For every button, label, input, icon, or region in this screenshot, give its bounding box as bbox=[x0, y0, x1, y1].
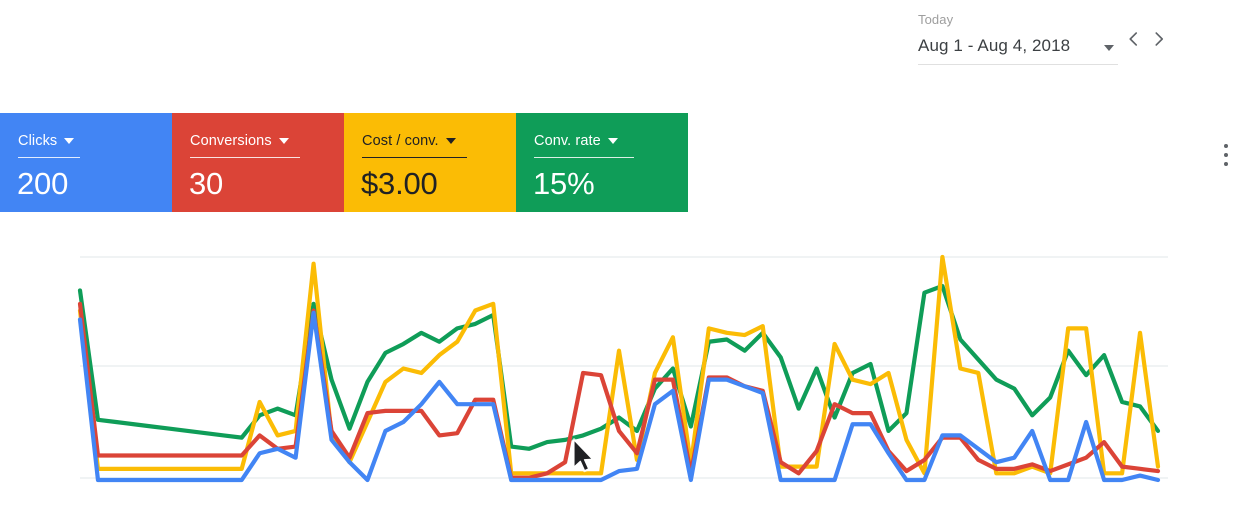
chevron-right-icon[interactable] bbox=[1148, 28, 1170, 50]
more-vert-icon[interactable] bbox=[1218, 144, 1234, 174]
metric-card-conversions-label: Conversions bbox=[190, 133, 272, 149]
chart-series-line bbox=[77, 301, 1161, 480]
metric-card-conversions-underline bbox=[190, 157, 300, 158]
metric-card-conv-rate-label: Conv. rate bbox=[534, 133, 601, 149]
metric-card-cost-per-conv-value: $3.00 bbox=[361, 166, 438, 201]
caret-down-icon[interactable] bbox=[64, 138, 75, 144]
caret-down-icon[interactable] bbox=[1104, 45, 1114, 51]
metric-cards: Clicks 200 Conversions 30 Cost / conv. $… bbox=[0, 113, 688, 212]
more-vert-dot bbox=[1224, 153, 1228, 157]
metric-card-conversions-selector[interactable]: Conversions bbox=[190, 132, 289, 154]
date-range-value: Aug 1 - Aug 4, 2018 bbox=[918, 36, 1071, 55]
caret-down-icon[interactable] bbox=[445, 138, 456, 144]
metric-card-clicks-underline bbox=[18, 157, 80, 158]
caret-down-icon[interactable] bbox=[278, 138, 289, 144]
chart-canvas bbox=[77, 254, 1168, 483]
metric-card-conversions-value: 30 bbox=[189, 166, 224, 201]
performance-line-chart[interactable] bbox=[0, 240, 1247, 510]
metric-card-clicks-value: 200 bbox=[17, 166, 69, 201]
caret-down-icon[interactable] bbox=[607, 138, 618, 144]
date-range-field[interactable]: Aug 1 - Aug 4, 2018 bbox=[918, 32, 1118, 65]
metric-card-conv-rate-selector[interactable]: Conv. rate bbox=[534, 132, 618, 154]
metric-card-clicks[interactable]: Clicks 200 bbox=[0, 113, 172, 212]
metric-card-cost-per-conv-selector[interactable]: Cost / conv. bbox=[362, 132, 456, 154]
more-vert-dot bbox=[1224, 162, 1228, 166]
metric-card-conv-rate[interactable]: Conv. rate 15% bbox=[516, 113, 688, 212]
metric-card-clicks-label: Clicks bbox=[18, 133, 58, 149]
chevron-left-icon[interactable] bbox=[1122, 28, 1144, 50]
metric-card-conversions[interactable]: Conversions 30 bbox=[172, 113, 344, 212]
metric-card-cost-per-conv-label: Cost / conv. bbox=[362, 133, 439, 149]
metric-card-conv-rate-underline bbox=[534, 157, 634, 158]
metric-card-cost-per-conv[interactable]: Cost / conv. $3.00 bbox=[344, 113, 516, 212]
date-range-today-label: Today bbox=[918, 12, 954, 27]
chart-series-line bbox=[77, 254, 1161, 476]
more-vert-dot bbox=[1224, 144, 1228, 148]
metric-card-clicks-selector[interactable]: Clicks bbox=[18, 132, 75, 154]
metric-card-cost-per-conv-underline bbox=[362, 157, 467, 158]
metric-card-conv-rate-value: 15% bbox=[533, 166, 595, 201]
